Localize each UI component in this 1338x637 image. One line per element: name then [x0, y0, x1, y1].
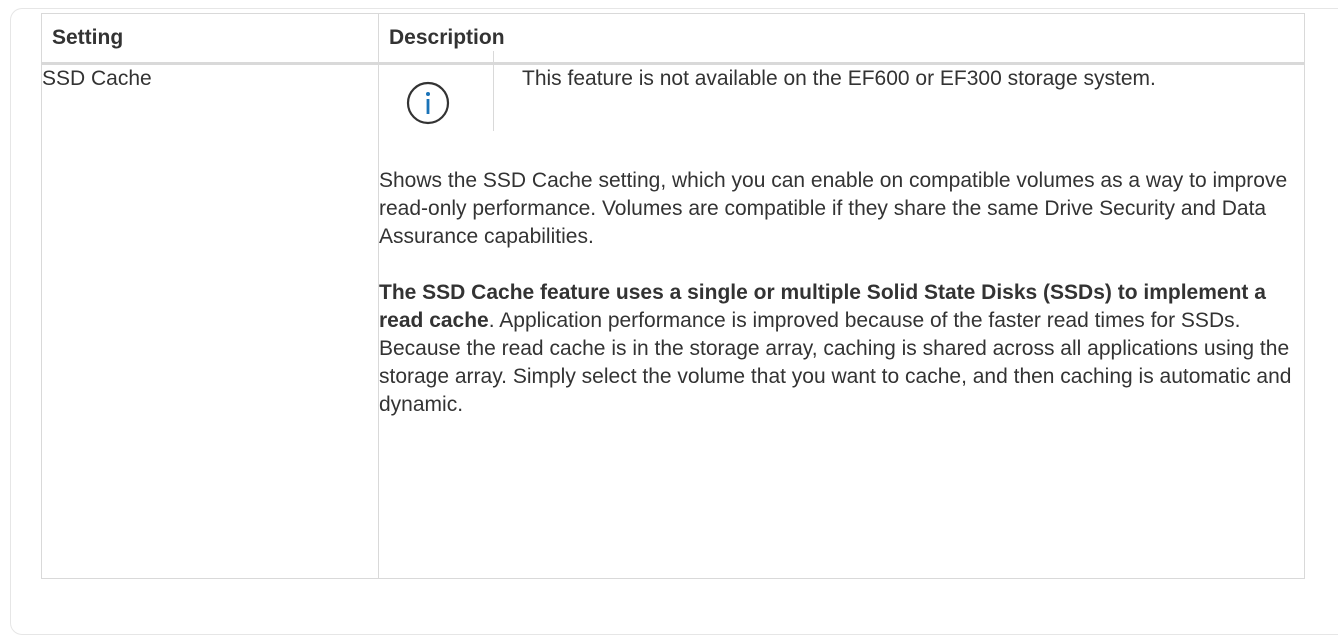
settings-table: Setting Description SSD Cache This featu… [41, 13, 1305, 579]
description-paragraph-2-text: . Application performance is improved be… [379, 309, 1292, 416]
table-row: SSD Cache This feature is not available … [41, 51, 1305, 579]
setting-description: This feature is not available on the EF6… [378, 51, 1305, 579]
column-header-description: Description [378, 13, 1305, 65]
description-paragraph-2: The SSD Cache feature uses a single or m… [379, 279, 1304, 419]
table-header-row: Setting Description [41, 13, 1305, 65]
note-callout: This feature is not available on the EF6… [379, 51, 1304, 159]
setting-name: SSD Cache [41, 63, 379, 579]
column-header-setting: Setting [41, 13, 379, 65]
note-text: This feature is not available on the EF6… [522, 67, 1156, 90]
note-divider [493, 51, 494, 131]
info-circle-icon [406, 81, 450, 125]
description-paragraph: Shows the SSD Cache setting, which you c… [379, 169, 1288, 248]
